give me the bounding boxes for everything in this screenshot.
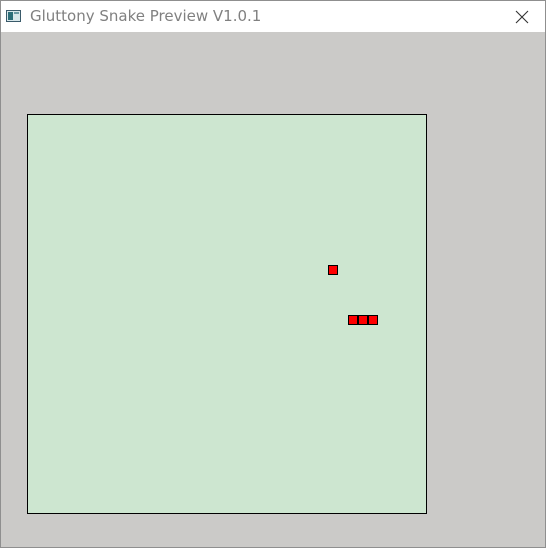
game-board[interactable] [27,114,427,514]
game-window: Gluttony Snake Preview V1.0.1 [0,0,546,548]
close-icon [515,10,529,23]
client-area [1,32,545,547]
snake-body-cell [358,315,368,325]
food-cell [328,265,338,275]
title-bar[interactable]: Gluttony Snake Preview V1.0.1 [1,1,545,32]
snake-body-cell [368,315,378,325]
close-button[interactable] [499,1,545,32]
snake-head-cell [348,315,358,325]
window-title: Gluttony Snake Preview V1.0.1 [30,7,262,25]
app-window-icon [6,10,21,22]
